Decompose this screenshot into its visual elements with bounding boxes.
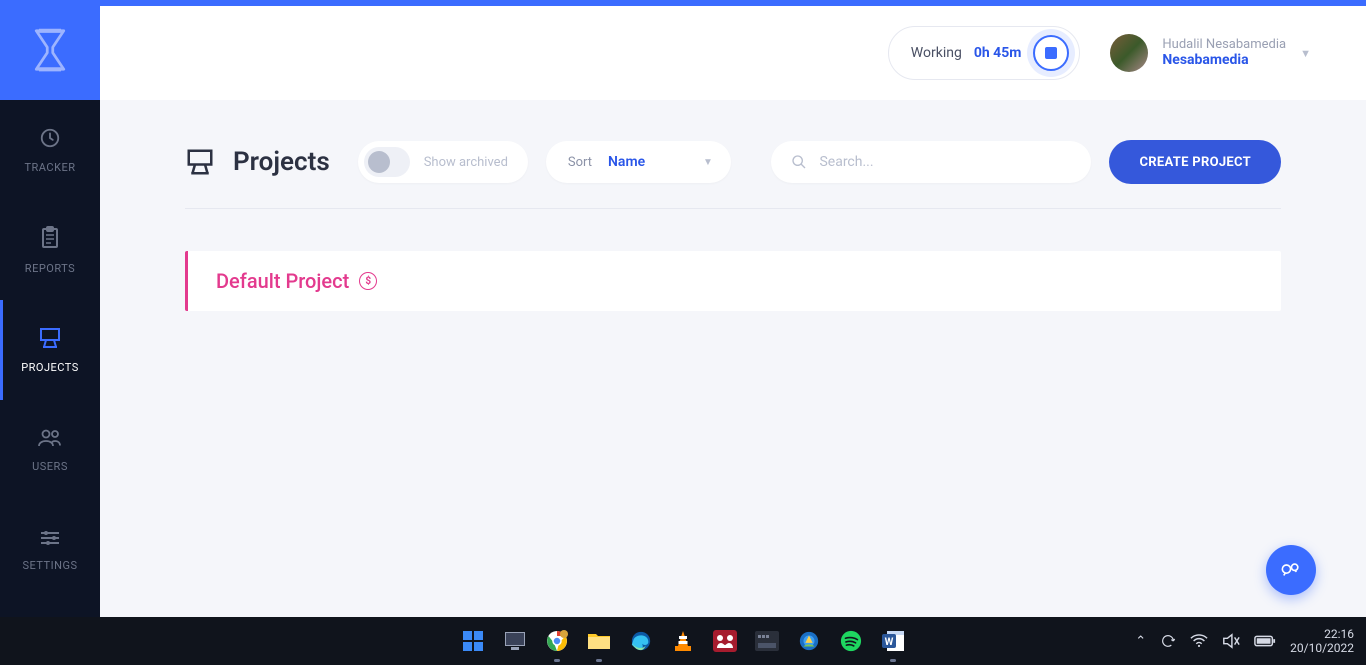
sidebar-item-projects[interactable]: PROJECTS (0, 300, 100, 400)
sidebar-item-label: TRACKER (24, 161, 75, 174)
search-icon (791, 154, 807, 170)
sidebar-item-tracker[interactable]: TRACKER (0, 100, 100, 200)
chevron-down-icon: ▼ (703, 157, 713, 168)
timer-widget: Working 0h 45m (888, 26, 1081, 80)
taskbar-app-video[interactable] (751, 625, 783, 657)
clipboard-icon (40, 226, 60, 250)
stop-icon (1045, 47, 1057, 59)
tray-clock[interactable]: 22:16 20/10/2022 (1290, 627, 1354, 656)
search-box[interactable] (771, 141, 1091, 183)
timer-elapsed: 0h 45m (974, 45, 1022, 61)
show-archived-toggle[interactable]: Show archived (358, 141, 528, 183)
taskbar-app-spotify[interactable] (835, 625, 867, 657)
tray-chevron-icon[interactable]: ⌃ (1135, 634, 1146, 649)
sliders-icon (39, 529, 61, 547)
chevron-down-icon: ▼ (1300, 47, 1311, 60)
sidebar-item-reports[interactable]: REPORTS (0, 200, 100, 300)
tray-sync-icon[interactable] (1160, 633, 1176, 649)
timer-status-label: Working (911, 45, 962, 61)
taskbar-app-edge[interactable] (625, 625, 657, 657)
user-full-name: Hudalil Nesabamedia (1162, 37, 1286, 53)
taskbar-app-idm[interactable] (793, 625, 825, 657)
app-header: Working 0h 45m Hudalil Nesabamedia Nesab… (100, 6, 1366, 100)
taskbar-task-view[interactable] (499, 625, 531, 657)
sort-value: Name (608, 154, 645, 170)
sort-label: Sort (568, 155, 592, 170)
stop-timer-button[interactable] (1033, 35, 1069, 71)
search-input[interactable] (819, 154, 1071, 170)
sidebar-item-label: PROJECTS (21, 361, 79, 374)
billable-icon: $ (359, 272, 377, 290)
tray-wifi-icon[interactable] (1190, 634, 1208, 648)
sidebar-item-label: REPORTS (25, 262, 75, 275)
sidebar-item-label: SETTINGS (23, 559, 78, 572)
app-logo[interactable] (0, 0, 100, 100)
create-project-button[interactable]: CREATE PROJECT (1109, 140, 1281, 184)
svg-text:W: W (885, 637, 894, 648)
avatar (1110, 34, 1148, 72)
page-title: Projects (233, 147, 330, 177)
sidebar-item-label: USERS (32, 460, 68, 473)
windows-taskbar[interactable]: W ⌃ 22:16 20/10/2022 (0, 617, 1366, 665)
sidebar-item-users[interactable]: USERS (0, 400, 100, 500)
show-archived-label: Show archived (424, 155, 508, 170)
taskbar-app-vlc[interactable] (667, 625, 699, 657)
chat-fab[interactable] (1266, 545, 1316, 595)
clock-icon (39, 127, 61, 149)
project-row[interactable]: Default Project $ (185, 251, 1281, 311)
taskbar-app-mendeley[interactable] (709, 625, 741, 657)
taskbar-app-word[interactable]: W (877, 625, 909, 657)
taskbar-app-explorer[interactable] (583, 625, 615, 657)
projector-icon (38, 327, 62, 349)
sidebar: TRACKER REPORTS PROJECTS USERS SETTINGS (0, 0, 100, 617)
user-org: Nesabamedia (1162, 52, 1286, 69)
sort-dropdown[interactable]: Sort Name ▼ (546, 141, 731, 183)
content-area: Projects Show archived Sort Name ▼ CREAT… (100, 100, 1366, 617)
project-name: Default Project (216, 269, 349, 293)
toolbar: Projects Show archived Sort Name ▼ CREAT… (185, 140, 1281, 209)
taskbar-app-chrome[interactable] (541, 625, 573, 657)
users-icon (37, 428, 63, 448)
sidebar-item-settings[interactable]: SETTINGS (0, 500, 100, 600)
hourglass-icon (33, 28, 67, 72)
chat-icon (1280, 560, 1302, 580)
projector-icon (185, 148, 215, 176)
user-menu[interactable]: Hudalil Nesabamedia Nesabamedia ▼ (1110, 34, 1311, 72)
tray-battery-icon[interactable] (1254, 634, 1276, 648)
taskbar-start-button[interactable] (457, 625, 489, 657)
tray-volume-icon[interactable] (1222, 633, 1240, 649)
